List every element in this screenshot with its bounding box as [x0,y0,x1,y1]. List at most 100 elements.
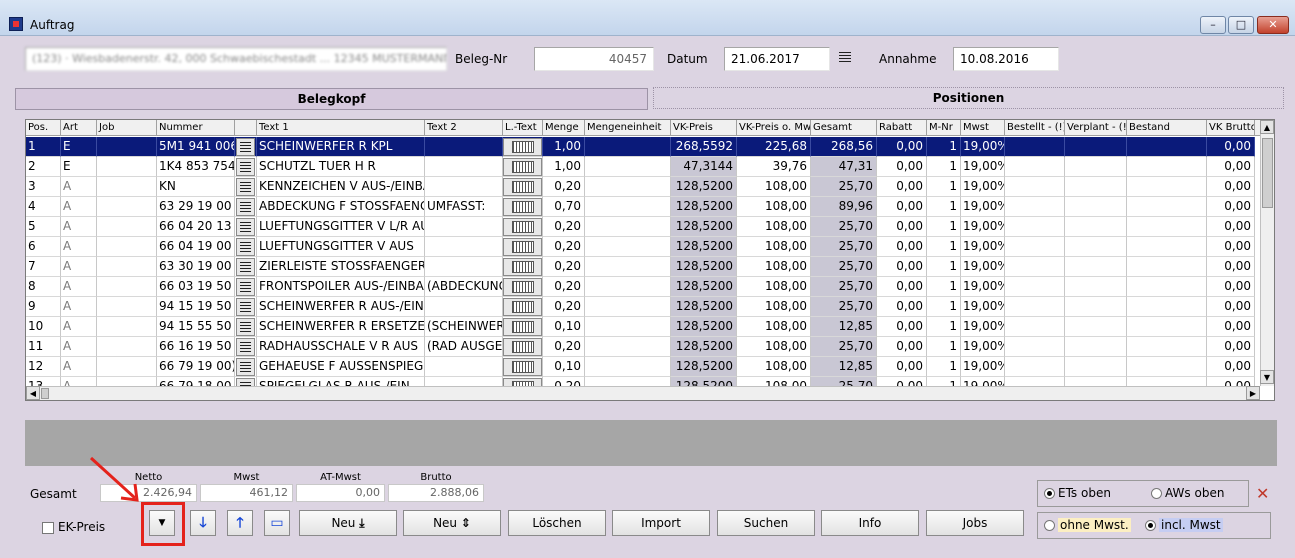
cell-mwst[interactable]: 19,00% [961,317,1005,337]
cell-bestand[interactable] [1127,317,1207,337]
cell-pos[interactable]: 10 [26,317,61,337]
cell-nummer[interactable]: 63 30 19 00 [157,257,235,277]
cell-bestellt[interactable] [1005,217,1065,237]
cell-bestellt[interactable] [1005,317,1065,337]
table-row[interactable]: 12 A 66 79 19 00) GEHAEUSE F AUSSENSPIEGEL 0… [26,357,1261,377]
maximize-button[interactable]: □ [1228,16,1254,34]
cell-job[interactable] [97,317,157,337]
cell-vkbrutto[interactable]: 0,00 [1207,137,1255,157]
cell-btn[interactable] [235,177,257,197]
cell-btn[interactable] [235,197,257,217]
column-header-text1[interactable]: Text 1 [257,120,425,136]
close-button[interactable]: ✕ [1257,16,1289,34]
cell-ltext[interactable] [503,197,543,217]
column-header-einheit[interactable]: Mengeneinheit [585,120,671,136]
text-lines-icon[interactable] [236,318,255,336]
text-lines-icon[interactable] [236,218,255,236]
cell-nummer[interactable]: 5M1 941 006 [157,137,235,157]
cell-job[interactable] [97,217,157,237]
table-row[interactable]: 2 E 1K4 853 754 SCHUTZL TUER H R 1,00 47,3144… [26,157,1261,177]
cell-btn[interactable] [235,317,257,337]
cell-bestellt[interactable] [1005,137,1065,157]
cell-einheit[interactable] [585,357,671,377]
column-header-mnr[interactable]: M-Nr [927,120,961,136]
long-text-button[interactable] [503,318,542,336]
cell-btn[interactable] [235,257,257,277]
cell-ltext[interactable] [503,217,543,237]
cell-mnr[interactable]: 1 [927,137,961,157]
scroll-down-icon[interactable]: ▼ [1260,370,1274,384]
cell-text2[interactable]: (SCHEINWERFER [425,317,503,337]
cell-menge[interactable]: 0,20 [543,297,585,317]
cell-einheit[interactable] [585,237,671,257]
cell-pos[interactable]: 7 [26,257,61,277]
cell-ltext[interactable] [503,277,543,297]
column-header-btn[interactable] [235,120,257,136]
cell-pos[interactable]: 5 [26,217,61,237]
cell-ltext[interactable] [503,237,543,257]
column-header-mwst[interactable]: Mwst [961,120,1005,136]
cell-btn[interactable] [235,137,257,157]
long-text-button[interactable] [503,198,542,216]
cell-vkpreis-o-mwst[interactable]: 108,00 [737,277,811,297]
cell-text1[interactable]: RADHAUSSCHALE V R AUS [257,337,425,357]
dropdown-button[interactable]: ▼ [149,510,175,536]
text-lines-icon[interactable] [236,278,255,296]
cell-vkpreis-o-mwst[interactable]: 225,68 [737,137,811,157]
cell-job[interactable] [97,237,157,257]
cell-nummer[interactable]: 66 79 19 00) [157,357,235,377]
cell-vkpreis-o-mwst[interactable]: 108,00 [737,237,811,257]
cell-ltext[interactable] [503,357,543,377]
cell-bestand[interactable] [1127,357,1207,377]
long-text-button[interactable] [503,218,542,236]
table-row[interactable]: 4A 63 29 19 00 ABDECKUNG F STOSSFAENGERUMF… [26,197,1261,217]
cell-vkpreis[interactable]: 128,5200 [671,317,737,337]
cell-pos[interactable]: 1 [26,137,61,157]
tab-positionen[interactable]: Positionen [653,87,1284,109]
cell-btn[interactable] [235,237,257,257]
cell-mwst[interactable]: 19,00% [961,277,1005,297]
cell-einheit[interactable] [585,337,671,357]
column-header-art[interactable]: Art [61,120,97,136]
cell-text2[interactable] [425,177,503,197]
vertical-scrollbar[interactable]: ▲ ▼ [1260,120,1274,386]
cell-vkpreis-o-mwst[interactable]: 108,00 [737,297,811,317]
cell-mnr[interactable]: 1 [927,197,961,217]
cell-pos[interactable]: 3 [26,177,61,197]
cell-job[interactable] [97,177,157,197]
column-header-job[interactable]: Job [97,120,157,136]
cell-vkpreis-o-mwst[interactable]: 108,00 [737,197,811,217]
cell-text2[interactable] [425,157,503,177]
cell-vkpreis[interactable]: 128,5200 [671,177,737,197]
cell-verplant[interactable] [1065,257,1127,277]
move-down-button[interactable]: 🡓 [190,510,216,536]
cell-rabatt[interactable]: 0,00 [877,257,927,277]
cell-rabatt[interactable]: 0,00 [877,197,927,217]
cell-rabatt[interactable]: 0,00 [877,157,927,177]
cell-bestand[interactable] [1127,197,1207,217]
column-header-bestand[interactable]: Bestand [1127,120,1207,136]
cell-text1[interactable]: KENNZEICHEN V AUS-/EINBAUEN [257,177,425,197]
cell-gesamt[interactable]: 25,70 [811,177,877,197]
cell-mwst[interactable]: 19,00% [961,157,1005,177]
cell-vkpreis-o-mwst[interactable]: 108,00 [737,177,811,197]
cell-mwst[interactable]: 19,00% [961,177,1005,197]
cell-gesamt[interactable]: 25,70 [811,337,877,357]
cell-vkpreis[interactable]: 47,3144 [671,157,737,177]
cell-menge[interactable]: 0,20 [543,257,585,277]
cell-pos[interactable]: 8 [26,277,61,297]
cell-ltext[interactable] [503,157,543,177]
cell-art[interactable]: A [61,237,97,257]
cell-vkbrutto[interactable]: 0,00 [1207,217,1255,237]
cell-text2[interactable] [425,237,503,257]
cell-nummer[interactable]: 1K4 853 754 [157,157,235,177]
cell-vkbrutto[interactable]: 0,00 [1207,297,1255,317]
cell-gesamt[interactable]: 268,56 [811,137,877,157]
cell-art[interactable]: A [61,297,97,317]
close-x-icon[interactable]: ✕ [1256,484,1269,503]
tab-belegkopf[interactable]: Belegkopf [15,88,648,110]
cell-verplant[interactable] [1065,157,1127,177]
table-row[interactable]: 8A 66 03 19 50 FRONTSPOILER AUS-/EINBAUEN(… [26,277,1261,297]
cell-mnr[interactable]: 1 [927,177,961,197]
move-up-button[interactable]: 🡑 [227,510,253,536]
